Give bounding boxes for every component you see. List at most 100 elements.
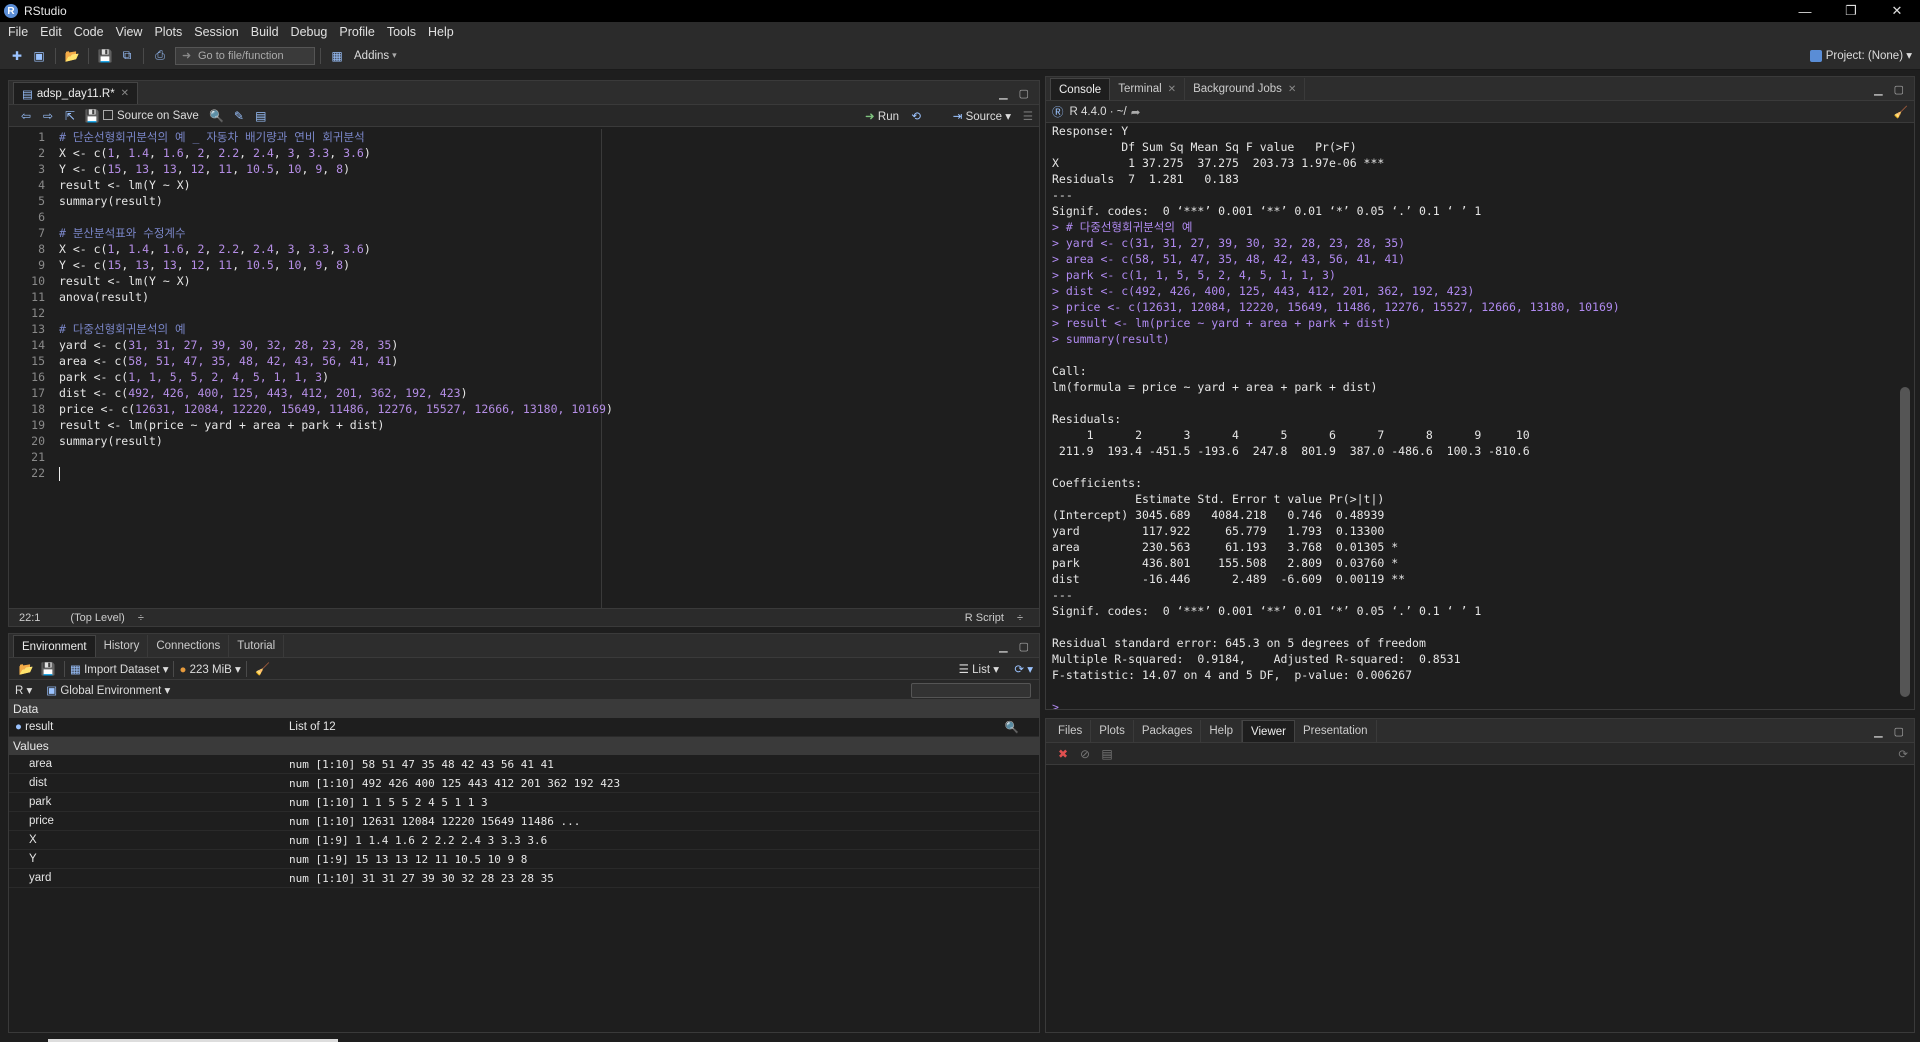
grid-layout-icon[interactable]: ▦ <box>329 48 345 64</box>
source-button[interactable]: ⇥ Source ▾ <box>953 109 1011 123</box>
run-button[interactable]: ➜ Run <box>865 109 899 123</box>
menu-view[interactable]: View <box>110 25 149 39</box>
menu-profile[interactable]: Profile <box>333 25 380 39</box>
menu-build[interactable]: Build <box>245 25 285 39</box>
tab-environment[interactable]: Environment <box>13 635 96 657</box>
code-line[interactable]: result <- lm(price ~ yard + area + park … <box>59 417 1039 433</box>
code-line[interactable]: summary(result) <box>59 433 1039 449</box>
stop-icon[interactable]: ⊘ <box>1077 746 1093 762</box>
code-line[interactable]: # 단순선형회귀분석의 예 _ 자동차 배기량과 연비 회귀분석 <box>59 129 1039 145</box>
code-line[interactable] <box>59 465 1039 481</box>
new-project-icon[interactable]: ▣ <box>31 48 47 64</box>
tab-viewer[interactable]: Viewer <box>1242 720 1295 742</box>
tab-console[interactable]: Console <box>1050 78 1111 100</box>
tab-help[interactable]: Help <box>1201 720 1243 742</box>
search-icon[interactable]: 🔍 <box>209 108 225 124</box>
memory-usage-button[interactable]: ● 223 MiB ▾ <box>179 662 240 676</box>
tab-terminal[interactable]: Terminal ✕ <box>1110 78 1186 100</box>
pane-min-max-icon[interactable]: ▁ ▢ <box>999 640 1033 653</box>
pane-min-max-icon[interactable]: ▁ ▢ <box>1874 725 1908 738</box>
env-value-row[interactable]: Ynum [1:9] 15 13 13 12 11 10.5 10 9 8 <box>9 850 1039 869</box>
code-line[interactable]: summary(result) <box>59 193 1039 209</box>
menu-code[interactable]: Code <box>68 25 110 39</box>
tab-presentation[interactable]: Presentation <box>1295 720 1377 742</box>
clear-viewer-icon[interactable]: ✖ <box>1055 746 1071 762</box>
code-line[interactable]: price <- c(12631, 12084, 12220, 15649, 1… <box>59 401 1039 417</box>
file-type-menu[interactable]: R Script ÷ <box>945 612 1033 624</box>
compile-report-icon[interactable]: ▤ <box>253 108 269 124</box>
minimize-button[interactable]: — <box>1782 0 1828 22</box>
editor-tab[interactable]: ▤ adsp_day11.R* ✕ <box>13 82 139 104</box>
code-line[interactable] <box>59 305 1039 321</box>
broom-clear-icon[interactable]: 🧹 <box>255 661 271 677</box>
pane-min-max-icon[interactable]: ▁ ▢ <box>999 87 1033 100</box>
forward-arrow-icon[interactable]: ⇨ <box>40 108 56 124</box>
code-line[interactable] <box>59 449 1039 465</box>
refresh-icon[interactable]: ⟳ ▾ <box>1014 662 1033 676</box>
code-tools-icon[interactable]: ✎ <box>231 108 247 124</box>
env-value-row[interactable]: price num [1:10] 12631 12084 12220 15649 … <box>9 812 1039 831</box>
tab-connections[interactable]: Connections <box>148 635 230 657</box>
clear-console-icon[interactable]: 🧹 <box>1894 105 1908 119</box>
source-on-save-checkbox[interactable]: Source on Save <box>103 110 199 122</box>
tab-plots[interactable]: Plots <box>1091 720 1134 742</box>
close-tab-icon[interactable]: ✕ <box>1168 84 1176 95</box>
rerun-icon[interactable]: ⟲ <box>911 109 921 123</box>
show-in-window-icon[interactable]: ⇱ <box>62 108 78 124</box>
import-dataset-button[interactable]: ▦ Import Dataset ▾ <box>70 662 168 676</box>
tab-packages[interactable]: Packages <box>1134 720 1202 742</box>
save-workspace-icon[interactable]: 💾 <box>40 661 56 677</box>
scope-indicator[interactable]: (Top Level) ÷ <box>50 612 154 624</box>
tab-history[interactable]: History <box>96 635 149 657</box>
code-line[interactable]: park <- c(1, 1, 5, 5, 2, 4, 5, 1, 1, 3) <box>59 369 1039 385</box>
print-icon[interactable]: ⎙ <box>152 48 168 64</box>
expand-circle-icon[interactable]: ● <box>15 721 25 733</box>
code-line[interactable]: X <- c(1, 1.4, 1.6, 2, 2.2, 2.4, 3, 3.3,… <box>59 241 1039 257</box>
open-file-icon[interactable]: 📂 <box>64 48 80 64</box>
tab-files[interactable]: Files <box>1050 720 1092 742</box>
menu-debug[interactable]: Debug <box>285 25 334 39</box>
view-data-search-icon[interactable]: 🔍 <box>1005 720 1019 734</box>
env-value-row[interactable]: yard num [1:10] 31 31 27 39 30 32 28 23 2… <box>9 869 1039 888</box>
pane-min-max-icon[interactable]: ▁ ▢ <box>1874 83 1908 96</box>
code-line[interactable]: # 다중선형회귀분석의 예 <box>59 321 1039 337</box>
env-data-row[interactable]: ● result List of 12 🔍 <box>9 718 1039 737</box>
view-mode-menu[interactable]: ☰ List ▾ <box>959 662 999 676</box>
menu-plots[interactable]: Plots <box>148 25 188 39</box>
code-line[interactable]: dist <- c(492, 426, 400, 125, 443, 412, … <box>59 385 1039 401</box>
menu-session[interactable]: Session <box>188 25 244 39</box>
code-line[interactable]: area <- c(58, 51, 47, 35, 48, 42, 43, 56… <box>59 353 1039 369</box>
env-value-row[interactable]: area num [1:10] 58 51 47 35 48 42 43 56 4… <box>9 755 1039 774</box>
tab-tutorial[interactable]: Tutorial <box>229 635 285 657</box>
code-line[interactable]: Y <- c(15, 13, 13, 12, 11, 10.5, 10, 9, … <box>59 257 1039 273</box>
env-value-row[interactable]: dist num [1:10] 492 426 400 125 443 412 2… <box>9 774 1039 793</box>
menu-help[interactable]: Help <box>422 25 460 39</box>
close-tab-icon[interactable]: ✕ <box>1288 84 1296 95</box>
menu-tools[interactable]: Tools <box>381 25 422 39</box>
code-line[interactable]: X <- c(1, 1.4, 1.6, 2, 2.2, 2.4, 3, 3.3,… <box>59 145 1039 161</box>
code-line[interactable] <box>59 209 1039 225</box>
code-line[interactable]: result <- lm(Y ~ X) <box>59 177 1039 193</box>
addins-menu[interactable]: Addins <box>354 50 389 62</box>
code-line[interactable]: yard <- c(31, 31, 27, 39, 30, 32, 28, 23… <box>59 337 1039 353</box>
environment-scope-menu[interactable]: ▣ Global Environment ▾ <box>46 683 170 697</box>
close-window-button[interactable]: ✕ <box>1874 0 1920 22</box>
code-line[interactable]: # 분산분석표와 수정계수 <box>59 225 1039 241</box>
language-menu[interactable]: R ▾ <box>15 683 32 697</box>
code-area[interactable]: # 단순선형회귀분석의 예 _ 자동차 배기량과 연비 회귀분석 X <- c(1… <box>59 129 1039 481</box>
refresh-viewer-icon[interactable]: ⟳ <box>1898 747 1908 761</box>
export-icon[interactable]: ▤ <box>1099 746 1115 762</box>
code-line[interactable]: Y <- c(15, 13, 13, 12, 11, 10.5, 10, 9, … <box>59 161 1039 177</box>
save-file-icon[interactable]: 💾 <box>84 108 100 124</box>
menu-file[interactable]: File <box>2 25 34 39</box>
env-value-row[interactable]: park num [1:10] 1 1 5 5 2 4 5 1 1 3 <box>9 793 1039 812</box>
outline-icon[interactable]: ☰ <box>1023 109 1033 123</box>
env-value-row[interactable]: Xnum [1:9] 1 1.4 1.6 2 2.2 2.4 3 3.3 3.6 <box>9 831 1039 850</box>
menu-edit[interactable]: Edit <box>34 25 68 39</box>
restore-button[interactable]: ❐ <box>1828 0 1874 22</box>
new-file-icon[interactable]: ✚ <box>9 48 25 64</box>
save-all-icon[interactable]: ⧉ <box>119 48 135 64</box>
tab-background-jobs[interactable]: Background Jobs ✕ <box>1185 78 1306 100</box>
env-search-input[interactable] <box>911 683 1031 698</box>
go-to-file-input[interactable]: Go to file/function <box>175 46 315 65</box>
